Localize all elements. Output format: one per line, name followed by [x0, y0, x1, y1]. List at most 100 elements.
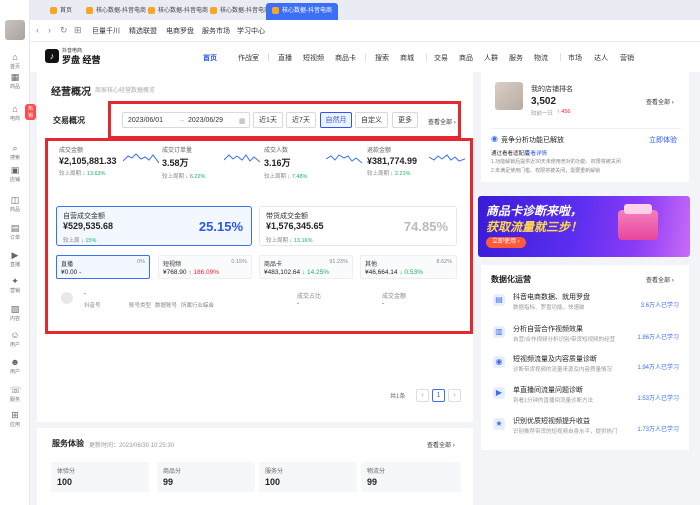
shop-awning-icon	[624, 204, 652, 214]
sidebar-item-app[interactable]: ⊞ 应用	[0, 410, 30, 428]
range-chip-custom[interactable]: 自定义	[355, 112, 388, 128]
date-start: 2023/06/01	[128, 117, 164, 124]
live-icon: ▶	[11, 250, 19, 260]
pagination-prev[interactable]: ‹	[416, 389, 429, 402]
nav-trade[interactable]: 交易	[434, 53, 448, 63]
goods-icon: ▦	[10, 72, 20, 82]
affiliate-share-pct: 74.85%	[403, 219, 448, 234]
browser-tab-home[interactable]: 首页	[44, 3, 78, 20]
nav-search[interactable]: 搜索	[375, 53, 389, 63]
course-item-5[interactable]: ★ 识别优质短视频提升收益 识别推荐带货的短视频自身水平，提供热门 1.73万人已学习	[481, 412, 689, 440]
back-icon[interactable]: ‹	[36, 25, 39, 35]
view-all-trade-link[interactable]: 查看全部 ›	[428, 117, 456, 126]
order-icon: ▤	[10, 223, 20, 233]
nav-influencer[interactable]: 达人	[594, 53, 608, 63]
shop-icon: ▣	[10, 165, 20, 175]
nav-goods[interactable]: 商品	[459, 53, 473, 63]
toolbar-link-learning[interactable]: 学习中心	[237, 26, 265, 36]
nav-goods-card[interactable]: 商品卡	[335, 53, 356, 63]
sidebar-item-shop[interactable]: ▣ 店铺	[0, 165, 30, 183]
store-rank-value: 3,502	[531, 96, 557, 107]
refresh-icon[interactable]: ↻	[60, 25, 68, 36]
score-box-logistics[interactable]: 物流分 99	[361, 462, 461, 492]
sidebar-item-users[interactable]: ☻ 用户	[0, 357, 30, 375]
home-icon: ⌂	[12, 52, 18, 62]
shop-illustration-icon	[618, 210, 658, 240]
left-sidebar: ⌂ 首页 ▦ 商品 ⌂ 电商 热销 ⌕ 搜索 ▣ 店铺 ◫ 商品 ▤ 订单 ▶ 直播 ✦ 营销 ▧…	[0, 0, 37, 505]
channel-card-other[interactable]: 其他 8.62% ¥46,664.14 ↓ 0.53%	[360, 255, 457, 279]
browser-tab-bar: 首页 核心数据-抖音电商 核心数据-抖音电商 核心数据-抖音电商 核心数据-抖音…	[30, 0, 700, 20]
store-logo	[495, 82, 523, 110]
nav-war-room[interactable]: 作战室	[238, 53, 259, 63]
sidebar-item-content[interactable]: ▧ 内容	[0, 304, 30, 322]
forward-icon[interactable]: ›	[48, 25, 51, 35]
notice-detail-link[interactable]: 查看详情	[525, 149, 547, 157]
score-box-service[interactable]: 服务分 100	[259, 462, 357, 492]
nav-live[interactable]: 直播	[278, 53, 292, 63]
date-end: 2023/06/29	[188, 117, 224, 124]
user-avatar[interactable]	[5, 20, 25, 40]
service-view-all-link[interactable]: 查看全部 ›	[427, 440, 455, 449]
sidebar-item-goods[interactable]: ▦ 商品	[0, 72, 30, 90]
app-icon: ⊞	[11, 410, 19, 420]
browser-tab-core-active[interactable]: 核心数据-抖音电商	[266, 3, 338, 20]
course-item-4[interactable]: ▶ 单直播间流量问题诊断 到看1分钟的直播间流量诊断方法 1.53万人已学习	[481, 381, 689, 409]
metric-buyers[interactable]: 成交人数 3.16万 较上周期 ↓ 7.48%	[264, 145, 364, 185]
ops-view-all-link[interactable]: 查看全部 ›	[646, 275, 674, 284]
sidebar-item-box[interactable]: ◫ 商品	[0, 195, 30, 213]
channel-card-live[interactable]: 直播 0% ¥0.00 -	[56, 255, 150, 279]
self-operated-card[interactable]: 自营成交金额 ¥529,535.68 较上周 ↓ 15% 25.15%	[56, 206, 252, 246]
sidebar-item-user[interactable]: ☺ 用户	[0, 330, 30, 348]
nav-logistics[interactable]: 物流	[534, 53, 548, 63]
score-box-goods[interactable]: 商品分 99	[157, 462, 255, 492]
range-chip-1day[interactable]: 近1天	[253, 112, 283, 128]
apps-grid-icon[interactable]: ⊞	[74, 25, 82, 36]
nav-marketing[interactable]: 营销	[620, 53, 634, 63]
nav-crowd[interactable]: 人群	[484, 53, 498, 63]
toolbar-link-compass[interactable]: 电商罗盘	[166, 26, 194, 36]
notice-try-now-link[interactable]: 立即体验	[649, 135, 677, 145]
range-chip-more[interactable]: 更多	[392, 112, 418, 128]
nav-home[interactable]: 首页	[203, 53, 217, 63]
course-item-2[interactable]: ▥ 分析自营合作视频效果 自营/合作视频分析识别/带货短视频的经营 1.86万人已学习	[481, 320, 689, 348]
nav-short-video[interactable]: 短视频	[303, 53, 324, 63]
toolbar-link-market[interactable]: 服务市场	[202, 26, 230, 36]
range-chip-7days[interactable]: 近7天	[286, 112, 316, 128]
notice-icon: ◉	[491, 134, 498, 143]
sidebar-item-marketing[interactable]: ✦ 营销	[0, 276, 30, 294]
nav-separator	[268, 53, 269, 61]
toolbar-link-qianchuan[interactable]: 巨量千川	[92, 26, 120, 36]
channel-card-short-video[interactable]: 短视频 0.15% ¥768.90 ↑ 186.09%	[158, 255, 252, 279]
rank-view-all-link[interactable]: 查看全部 ›	[646, 97, 674, 106]
sidebar-item-home[interactable]: ⌂ 首页	[0, 52, 30, 70]
metric-gmv[interactable]: 成交金额 ¥2,105,881.33 较上周期 ↓ 13.63%	[59, 145, 159, 185]
author-table-row: - 抖音号 账号类型 数据账号 所属行业 综合 成交占比 - 成交金额 -	[57, 290, 462, 314]
page-title: 经营概况	[51, 87, 91, 98]
metric-refund[interactable]: 退款金额 ¥381,774.99 较上周期 ↓ 2.21%	[367, 145, 467, 185]
notice-line-1: 1.功能解锁后提供近30天未使用竞对的功能、权限将被关闭	[491, 159, 621, 165]
metric-orders[interactable]: 成交订单量 3.58万 较上周期 ↓ 6.22%	[162, 145, 262, 185]
sidebar-item-service[interactable]: ☏ 服务	[0, 385, 30, 403]
sidebar-item-live[interactable]: ▶ 直播	[0, 250, 30, 268]
nav-mall[interactable]: 商城	[400, 53, 414, 63]
pagination-page-1[interactable]: 1	[432, 389, 445, 402]
sidebar-item-order[interactable]: ▤ 订单	[0, 223, 30, 241]
tab-favicon-icon	[50, 6, 57, 14]
pagination-next[interactable]: ›	[448, 389, 461, 402]
toolbar-link-alliance[interactable]: 精选联盟	[129, 26, 157, 36]
channel-card-goods-card[interactable]: 商品卡 91.23% ¥483,102.64 ↓ 14.25%	[259, 255, 353, 279]
score-box-experience[interactable]: 体验分 100	[51, 462, 149, 492]
range-chip-natural-month[interactable]: 自然月	[320, 112, 352, 128]
calendar-icon: ▦	[239, 118, 246, 125]
promo-banner[interactable]: 商品卡诊断来啦， 获取流量就三步！ 立即使用 ›	[478, 196, 690, 257]
date-range-picker[interactable]: 2023/06/01 → 2023/06/29 ▦	[122, 112, 250, 128]
course-item-1[interactable]: ▤ 抖音电商数据、就用罗盘 数据指标、罗盘功能，快速破 3.6万人已学习	[481, 288, 689, 316]
nav-service[interactable]: 服务	[509, 53, 523, 63]
nav-market[interactable]: 市场	[568, 53, 582, 63]
sparkline-orders	[224, 154, 260, 163]
top-toolbar: ‹ › ↻ ⊞ 巨量千川 精选联盟 电商罗盘 服务市场 学习中心	[30, 20, 700, 42]
sidebar-item-search[interactable]: ⌕ 搜索	[0, 143, 30, 161]
course-item-3[interactable]: ◉ 短视频流量及内容质量诊断 诊断带货视频的流量来源及内容质量情况 1.94万人已学习	[481, 350, 689, 378]
affiliate-card[interactable]: 带货成交金额 ¥1,576,345.65 较上周期 ↓ 13.16% 74.85…	[259, 206, 457, 246]
banner-cta-button[interactable]: 立即使用 ›	[486, 237, 526, 248]
